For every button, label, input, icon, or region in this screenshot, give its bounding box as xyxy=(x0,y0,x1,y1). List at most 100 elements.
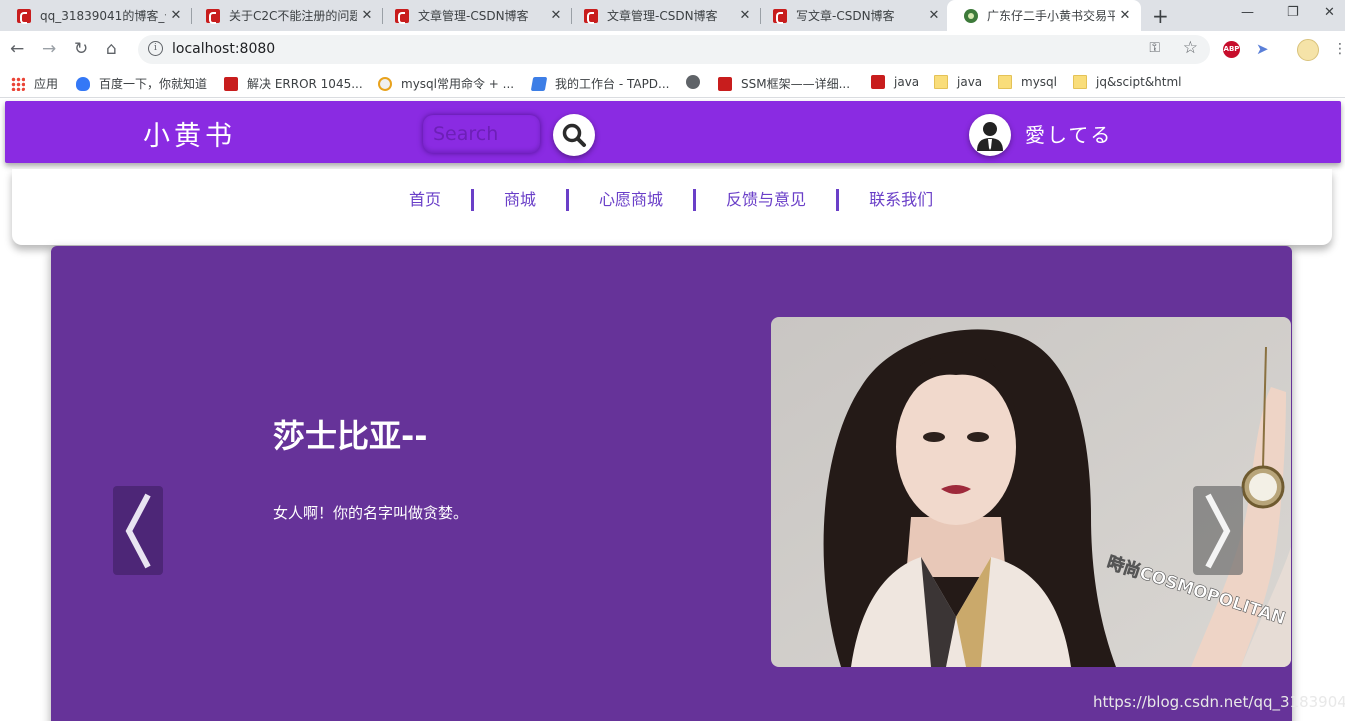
bookmark-label: 解决 ERROR 1045... xyxy=(247,77,363,91)
tab-title: 关于C2C不能注册的问题 xyxy=(229,9,357,23)
bookmarks-bar: 应用 百度一下，你就知道 解决 ERROR 1045... mysql常用命令 … xyxy=(0,68,1345,98)
folder-icon xyxy=(1073,75,1087,89)
slide-title: 莎士比亚-- xyxy=(273,417,428,455)
watermark: https://blog.csdn.net/qq_31839041 xyxy=(1093,693,1345,711)
close-window-button[interactable]: ✕ xyxy=(1324,5,1335,20)
csdn-icon xyxy=(224,76,238,91)
csdn-icon xyxy=(718,76,732,91)
bookmark-item[interactable]: 百度一下，你就知道 xyxy=(76,75,207,92)
main-nav: 首页 商城 心愿商城 反馈与意见 联系我们 xyxy=(12,169,1332,245)
site-info-icon[interactable]: i xyxy=(148,41,163,56)
reload-icon[interactable]: ↻ xyxy=(74,39,88,59)
menu-more-icon[interactable]: ⋮ xyxy=(1333,41,1345,57)
bookmark-star-icon[interactable]: ☆ xyxy=(1183,38,1198,58)
bookmark-folder[interactable]: java xyxy=(934,75,982,89)
site-header: 小黄书 愛してる xyxy=(5,101,1341,163)
csdn-icon xyxy=(871,75,885,89)
search-button[interactable] xyxy=(553,114,595,156)
bookmark-folder[interactable]: jq&scipt&html xyxy=(1073,75,1182,89)
bookmark-label: mysql xyxy=(1021,75,1057,89)
profile-avatar-icon[interactable] xyxy=(1297,39,1319,61)
browser-tab[interactable]: 写文章-CSDN博客 ✕ xyxy=(756,0,950,31)
apps-icon xyxy=(11,76,25,91)
csdn-favicon-icon xyxy=(584,8,598,24)
browser-toolbar: ← → ↻ ⌂ i localhost:8080 ⚿ ☆ xyxy=(0,31,1345,68)
address-bar[interactable]: i localhost:8080 ⚿ ☆ xyxy=(138,35,1210,64)
csdn-favicon-icon xyxy=(395,8,409,24)
adblock-extension-icon[interactable]: ABP xyxy=(1223,41,1240,58)
restore-button[interactable]: ❐ xyxy=(1287,5,1299,20)
search-icon xyxy=(562,123,586,147)
key-icon[interactable]: ⚿ xyxy=(1149,40,1160,56)
minimize-button[interactable]: — xyxy=(1241,5,1254,20)
nav-wish-mall[interactable]: 心愿商城 xyxy=(599,189,663,211)
tab-title: 广东仔二手小黄书交易平 xyxy=(987,9,1115,23)
bookmark-item[interactable]: SSM框架——详细... xyxy=(718,75,850,92)
forward-arrow-icon[interactable]: → xyxy=(42,39,56,59)
tab-title: 写文章-CSDN博客 xyxy=(796,9,895,23)
folder-icon xyxy=(998,75,1012,89)
bookmark-item[interactable]: 我的工作台 - TAPD... xyxy=(530,75,670,92)
user-avatar[interactable] xyxy=(969,114,1011,156)
bookmark-item[interactable]: 解决 ERROR 1045... xyxy=(224,75,363,92)
globe-icon xyxy=(686,75,700,89)
bookmark-label: java xyxy=(894,75,920,89)
bookmark-label: 应用 xyxy=(34,77,59,91)
csdn-favicon-icon xyxy=(206,8,220,24)
tab-close-icon[interactable]: ✕ xyxy=(735,8,755,23)
bookmark-folder[interactable]: mysql xyxy=(998,75,1057,89)
browser-tab[interactable]: 关于C2C不能注册的问题 ✕ xyxy=(189,0,383,31)
hero-carousel: 莎士比亚-- 女人啊！你的名字叫做贪婪。 時尚COSMOPOLITAN xyxy=(51,246,1292,721)
bookmark-label: java xyxy=(957,75,983,89)
new-tab-button[interactable]: + xyxy=(1152,4,1169,28)
tab-title: 文章管理-CSDN博客 xyxy=(607,9,718,23)
tab-close-icon[interactable]: ✕ xyxy=(546,8,566,23)
site-favicon-icon xyxy=(964,8,978,23)
bookmark-item[interactable] xyxy=(686,75,709,89)
folder-icon xyxy=(934,75,948,89)
page-viewport: 小黄书 愛してる 首页 商城 心愿商城 反馈与意见 联系 xyxy=(0,99,1345,721)
tab-title: qq_31839041的博客_个 xyxy=(40,9,166,23)
chevron-left-icon xyxy=(125,493,151,568)
nav-divider xyxy=(693,189,697,211)
chevron-right-icon xyxy=(1205,493,1231,568)
bookmark-item[interactable]: 应用 xyxy=(11,75,58,92)
tab-title: 文章管理-CSDN博客 xyxy=(418,9,529,23)
bookmark-item[interactable]: mysql常用命令 + ... xyxy=(378,75,514,92)
tab-close-icon[interactable]: ✕ xyxy=(1115,8,1135,23)
carousel-prev-button[interactable] xyxy=(113,486,163,575)
bookmark-label: 百度一下，你就知道 xyxy=(99,77,208,91)
username[interactable]: 愛してる xyxy=(1025,119,1112,148)
nav-contact[interactable]: 联系我们 xyxy=(869,189,933,211)
back-arrow-icon[interactable]: ← xyxy=(10,39,24,59)
tab-close-icon[interactable]: ✕ xyxy=(357,8,377,23)
bird-extension-icon[interactable]: ➤ xyxy=(1256,40,1269,58)
bookmark-label: SSM框架——详细... xyxy=(741,77,851,91)
nav-mall[interactable]: 商城 xyxy=(504,189,536,211)
home-icon[interactable]: ⌂ xyxy=(106,39,117,59)
user-icon xyxy=(977,122,1003,151)
nav-divider xyxy=(566,189,570,211)
nav-home[interactable]: 首页 xyxy=(391,189,441,211)
mysql-icon xyxy=(378,76,392,91)
bookmark-label: mysql常用命令 + ... xyxy=(401,77,515,91)
browser-tab[interactable]: 文章管理-CSDN博客 ✕ xyxy=(378,0,572,31)
search-input[interactable] xyxy=(423,115,540,153)
browser-tab[interactable]: 文章管理-CSDN博客 ✕ xyxy=(567,0,761,31)
nav-divider xyxy=(836,189,840,211)
baidu-paw-icon xyxy=(76,76,90,91)
carousel-next-button[interactable] xyxy=(1193,486,1243,575)
slide-text: 女人啊！你的名字叫做贪婪。 xyxy=(273,504,469,522)
site-logo[interactable]: 小黄书 xyxy=(143,114,236,153)
browser-tab-strip: qq_31839041的博客_个 ✕ 关于C2C不能注册的问题 ✕ 文章管理-C… xyxy=(0,0,1345,31)
bookmark-item[interactable]: java xyxy=(871,75,919,89)
tapd-icon xyxy=(530,76,548,91)
address-url[interactable]: localhost:8080 xyxy=(172,41,275,57)
browser-tab[interactable]: qq_31839041的博客_个 ✕ xyxy=(0,0,192,31)
nav-feedback[interactable]: 反馈与意见 xyxy=(726,189,806,211)
tab-close-icon[interactable]: ✕ xyxy=(924,8,944,23)
nav-divider xyxy=(471,189,475,211)
tab-close-icon[interactable]: ✕ xyxy=(166,8,186,23)
browser-tab-active[interactable]: 广东仔二手小黄书交易平 ✕ xyxy=(947,0,1141,31)
csdn-favicon-icon xyxy=(17,8,31,24)
